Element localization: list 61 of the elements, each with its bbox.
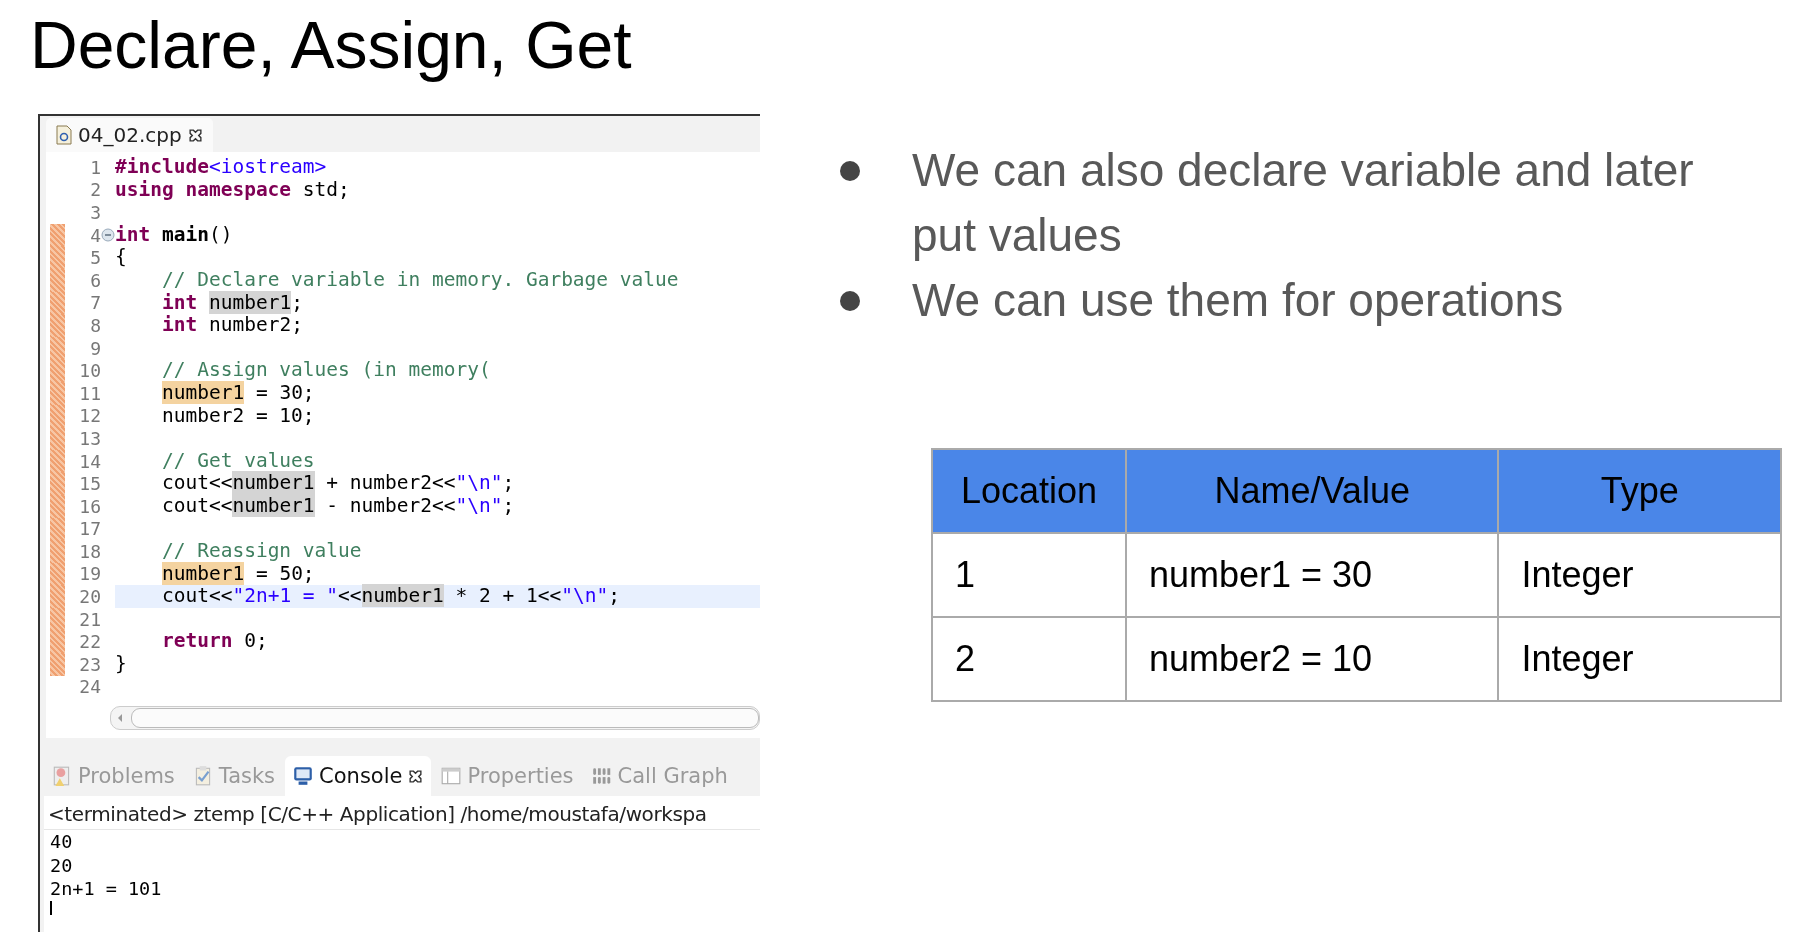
code-line: // Declare variable in memory. Garbage value bbox=[160, 268, 679, 292]
line-number: 22 bbox=[78, 631, 101, 653]
code-line: } bbox=[115, 653, 127, 676]
line-number: 24 bbox=[78, 676, 101, 698]
line-number: 23 bbox=[78, 653, 101, 675]
line-number: 4 bbox=[89, 224, 101, 246]
line-number: 20 bbox=[78, 586, 101, 608]
view-tab[interactable]: Properties bbox=[433, 756, 582, 796]
line-number: 2 bbox=[89, 179, 101, 201]
view-tab[interactable]: Tasks bbox=[184, 756, 284, 796]
line-number: 15 bbox=[78, 473, 101, 495]
code-line: { bbox=[115, 246, 127, 269]
code-line: int main() bbox=[115, 223, 233, 247]
code-line: int number2; bbox=[160, 314, 303, 337]
line-number: 9 bbox=[89, 337, 101, 359]
line-number: 14 bbox=[78, 450, 101, 472]
code-line: return 0; bbox=[160, 630, 268, 654]
code-line: cout<<"2n+1 = "<<number1 * 2 + 1<<"\n"; bbox=[160, 585, 620, 608]
table-cell: Integer bbox=[1498, 533, 1781, 617]
code-line: number2 = 10; bbox=[160, 404, 315, 428]
slide-title: Declare, Assign, Get bbox=[30, 7, 633, 84]
bullet-text: We can use them for operations bbox=[912, 273, 1565, 328]
table-cell: 1 bbox=[932, 533, 1126, 617]
code-line: using namespace std; bbox=[115, 178, 350, 202]
column-header: Name/Value bbox=[1125, 449, 1499, 533]
console-header: <terminated> ztemp [C/C++ Application] /home/moustafa/workspa bbox=[44, 796, 760, 830]
bullet-text: We can also declare variable and later put values bbox=[912, 143, 1695, 263]
column-header: Type bbox=[1498, 449, 1781, 533]
table-cell: number1 = 30 bbox=[1125, 533, 1499, 617]
line-number: 21 bbox=[78, 608, 101, 630]
line-number: 1 bbox=[89, 156, 101, 178]
view-tab[interactable]: Call Graph bbox=[583, 756, 736, 796]
code-line: // Reassign value bbox=[160, 540, 362, 563]
code-line: // Assign values (in memory( bbox=[160, 359, 491, 382]
console-output: 40 bbox=[50, 831, 73, 852]
line-number: 6 bbox=[89, 269, 101, 291]
console-output: 2n+1 = 101 bbox=[50, 878, 162, 899]
console-output: 20 bbox=[50, 854, 73, 876]
code-line: cout<<number1 - number2<<"\n"; bbox=[160, 494, 515, 518]
code-line: #include<iostream> bbox=[115, 156, 327, 179]
table-cell: 2 bbox=[932, 617, 1126, 701]
code-line: cout<<number1 + number2<<"\n"; bbox=[160, 472, 515, 495]
line-number: 16 bbox=[78, 495, 101, 517]
line-number: 7 bbox=[89, 292, 101, 314]
view-tab[interactable]: Problems bbox=[44, 756, 183, 796]
line-number: 18 bbox=[78, 540, 101, 562]
table-cell: number2 = 10 bbox=[1125, 617, 1499, 701]
line-number: 12 bbox=[78, 405, 101, 427]
code-line: // Get values bbox=[160, 449, 315, 473]
line-number: 19 bbox=[78, 563, 101, 585]
line-number: 8 bbox=[89, 314, 101, 336]
line-number: 3 bbox=[89, 202, 101, 223]
line-number: 5 bbox=[89, 247, 101, 269]
file-tab[interactable]: 04_02.cpp bbox=[46, 118, 213, 152]
table-cell: Integer bbox=[1498, 617, 1781, 701]
line-number: 13 bbox=[78, 427, 101, 449]
view-tab[interactable]: Console bbox=[285, 756, 432, 796]
column-header: Location bbox=[932, 449, 1126, 533]
line-number: 11 bbox=[78, 382, 101, 404]
line-number: 10 bbox=[78, 360, 101, 382]
line-number: 17 bbox=[78, 518, 101, 540]
